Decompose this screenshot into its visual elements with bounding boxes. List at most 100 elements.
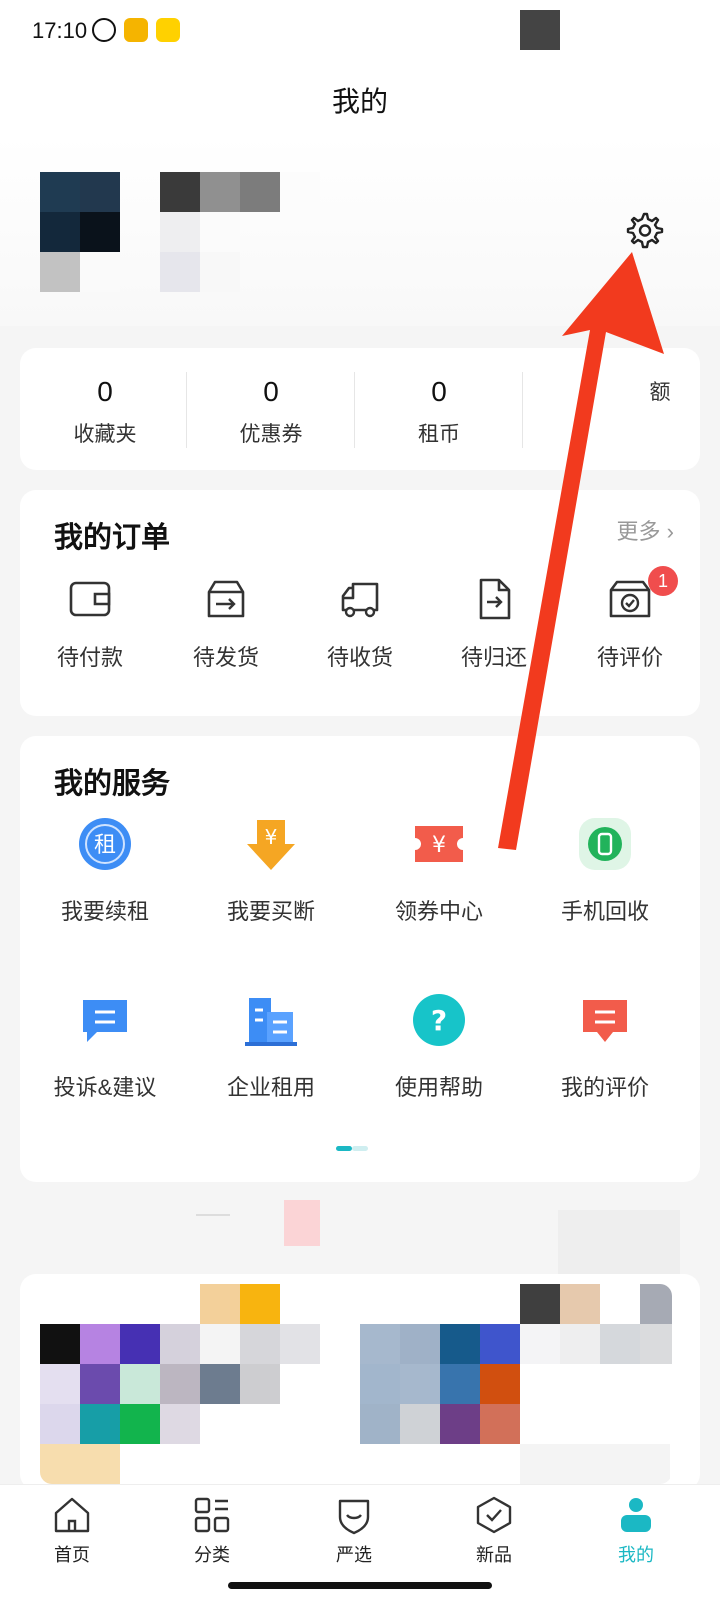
service-label: 投诉&建议 <box>53 1075 157 1100</box>
stat-label: 收藏夹 <box>73 423 137 446</box>
order-label: 待评价 <box>596 645 663 670</box>
profile-section <box>0 136 720 326</box>
tab-mine[interactable]: 我的 <box>564 1495 708 1575</box>
divider <box>522 372 523 448</box>
meituan-icon <box>156 18 180 42</box>
order-label: 待归还 <box>460 645 527 670</box>
complaint-icon <box>83 1000 127 1042</box>
tab-label: 我的 <box>618 1545 654 1565</box>
stat-coupons[interactable]: 0 优惠券 <box>186 348 356 470</box>
buyout-icon: ¥ <box>247 820 295 870</box>
truck-icon <box>341 582 379 618</box>
help-glyph: ? <box>431 1004 447 1037</box>
coupon-icon: ¥ <box>415 826 463 862</box>
my-review-icon <box>583 1000 627 1042</box>
stat-value: 0 <box>97 376 113 407</box>
gear-icon[interactable] <box>624 210 664 250</box>
service-buyout[interactable]: ¥ 我要买断 <box>186 816 356 936</box>
username-redacted <box>160 172 360 292</box>
recommend-section <box>0 1200 720 1490</box>
tab-label: 严选 <box>336 1545 372 1565</box>
divider <box>196 1214 230 1216</box>
shield-icon <box>338 1499 370 1535</box>
service-label: 领券中心 <box>394 899 483 924</box>
package-icon <box>207 580 245 618</box>
chevron-right-icon: › <box>666 519 674 544</box>
notification-badge: 1 <box>648 566 678 596</box>
stat-label: 优惠券 <box>239 423 303 446</box>
service-enterprise[interactable]: 企业租用 <box>186 992 356 1112</box>
stat-rent-coins[interactable]: 0 租币 <box>354 348 524 470</box>
tab-label: 新品 <box>476 1545 512 1565</box>
service-help[interactable]: ? 使用帮助 <box>354 992 524 1112</box>
order-pending-review[interactable]: 1 待评价 <box>562 566 698 686</box>
orders-more-link[interactable]: 更多 › <box>617 514 674 546</box>
order-label: 待付款 <box>56 645 123 670</box>
buyout-glyph: ¥ <box>265 825 278 849</box>
service-complaint[interactable]: 投诉&建议 <box>20 992 190 1112</box>
redacted-block <box>284 1200 320 1246</box>
home-indicator <box>228 1582 492 1589</box>
weibo-icon <box>124 18 148 42</box>
page-dot-active <box>336 1146 352 1151</box>
renew-icon: 租 <box>79 818 131 870</box>
stat-label: 额 <box>649 381 671 404</box>
tab-selection[interactable]: 严选 <box>282 1495 426 1575</box>
tab-label: 首页 <box>54 1545 90 1565</box>
tab-new[interactable]: 新品 <box>422 1495 566 1575</box>
wallet-icon <box>69 581 111 617</box>
tab-home[interactable]: 首页 <box>0 1495 144 1575</box>
redacted-block <box>520 10 560 50</box>
profile-icon <box>621 1498 651 1532</box>
stat-value: 0 <box>263 376 279 407</box>
coupon-glyph: ¥ <box>432 833 446 858</box>
order-label: 待发货 <box>192 645 259 670</box>
product-card[interactable] <box>40 1284 352 1484</box>
service-renew[interactable]: 租 我要续租 <box>20 816 190 936</box>
status-time: 17:10 <box>32 18 88 43</box>
help-icon: ? <box>413 994 465 1046</box>
service-label: 我要续租 <box>60 899 149 924</box>
stat-favorites[interactable]: 0 收藏夹 <box>20 348 190 470</box>
orders-card: 我的订单 更多 › 待付款 待发货 待收货 待归还 1 待评价 <box>20 490 700 716</box>
service-coupon-center[interactable]: ¥ 领券中心 <box>354 816 524 936</box>
new-badge-icon <box>476 1496 512 1534</box>
alarm-icon <box>92 18 116 42</box>
services-card: 我的服务 租 我要续租 ¥ 我要买断 ¥ 领券中心 手机回收 投诉&建议 企业租… <box>20 736 700 1182</box>
orders-title: 我的订单 <box>54 522 171 554</box>
page-dot <box>352 1146 368 1151</box>
enterprise-icon <box>245 998 297 1046</box>
return-icon <box>479 578 511 620</box>
service-phone-recycle[interactable]: 手机回收 <box>520 816 690 936</box>
service-label: 我要买断 <box>226 899 315 924</box>
tab-label: 分类 <box>194 1545 230 1565</box>
services-title: 我的服务 <box>54 768 171 800</box>
stat-value: 0 <box>431 376 447 407</box>
order-label: 待收货 <box>326 645 393 670</box>
service-label: 使用帮助 <box>394 1075 483 1100</box>
more-label: 更多 <box>616 519 661 544</box>
renew-glyph: 租 <box>94 833 116 858</box>
recycle-phone-icon <box>579 818 631 870</box>
stat-balance[interactable]: 额 <box>540 348 710 470</box>
page-title: 我的 <box>331 86 388 117</box>
order-pending-return[interactable]: 待归还 <box>426 576 562 686</box>
home-icon <box>54 1497 90 1533</box>
page-indicator <box>336 1146 370 1151</box>
service-label: 企业租用 <box>226 1075 315 1100</box>
order-pending-shipment[interactable]: 待发货 <box>158 576 294 686</box>
service-label: 手机回收 <box>560 899 649 924</box>
service-label: 我的评价 <box>560 1075 649 1100</box>
review-box-icon <box>609 580 651 618</box>
stat-label: 租币 <box>418 423 460 446</box>
product-card[interactable] <box>360 1284 672 1484</box>
service-my-reviews[interactable]: 我的评价 <box>520 992 690 1112</box>
tab-category[interactable]: 分类 <box>140 1495 284 1575</box>
order-pending-receipt[interactable]: 待收货 <box>292 576 428 686</box>
status-bar: 17:10 <box>0 0 720 66</box>
stats-card: 0 收藏夹 0 优惠券 0 租币 额 <box>20 348 700 470</box>
page-header: 我的 <box>0 66 720 136</box>
avatar[interactable] <box>40 172 120 292</box>
category-icon <box>194 1497 230 1533</box>
order-pending-payment[interactable]: 待付款 <box>22 576 158 686</box>
